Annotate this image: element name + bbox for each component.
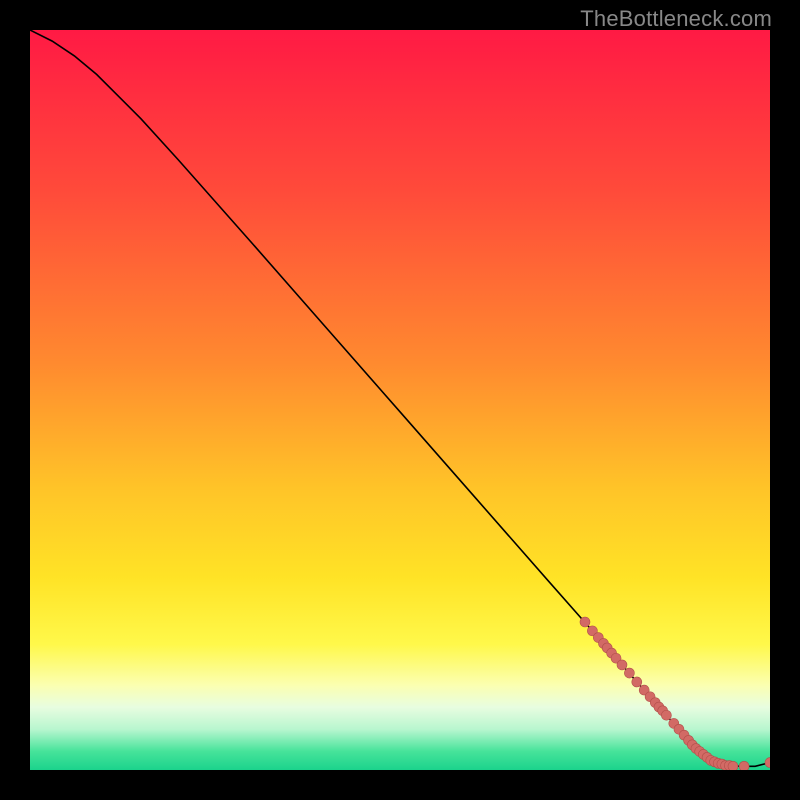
bottleneck-curve: [30, 30, 770, 766]
data-point: [624, 668, 634, 678]
watermark-text: TheBottleneck.com: [580, 6, 772, 32]
chart-overlay: [30, 30, 770, 770]
data-point: [632, 677, 642, 687]
chart-frame: TheBottleneck.com: [0, 0, 800, 800]
data-point: [765, 758, 770, 768]
data-point: [728, 761, 738, 770]
data-points: [580, 617, 770, 770]
data-point: [617, 660, 627, 670]
data-point: [661, 710, 671, 720]
data-point: [580, 617, 590, 627]
plot-area: [30, 30, 770, 770]
data-point: [739, 761, 749, 770]
